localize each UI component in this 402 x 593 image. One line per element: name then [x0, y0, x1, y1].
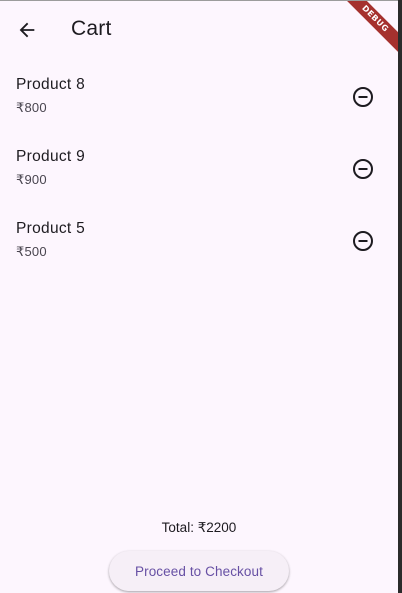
app-bar: Cart [0, 1, 398, 59]
remove-circle-outline-icon [353, 87, 373, 107]
back-button[interactable] [12, 15, 42, 45]
remove-circle-outline-icon [353, 159, 373, 179]
remove-circle-outline-icon [353, 231, 373, 251]
cart-item: Product 5 ₹500 [0, 220, 398, 282]
cart-item: Product 9 ₹900 [0, 148, 398, 210]
cart-item-name: Product 5 [16, 220, 86, 237]
page-title: Cart [71, 17, 112, 40]
remove-item-button[interactable] [350, 84, 376, 110]
cart-item-price: ₹500 [16, 244, 47, 259]
cart-item-name: Product 8 [16, 76, 86, 93]
proceed-to-checkout-button[interactable]: Proceed to Checkout [109, 551, 289, 591]
remove-item-button[interactable] [350, 228, 376, 254]
app-window: Cart DEBUG Product 8 ₹800 Product 9 ₹900… [0, 0, 398, 593]
cart-total: Total: ₹2200 [161, 520, 237, 535]
remove-item-button[interactable] [350, 156, 376, 182]
arrow-back-icon [19, 22, 35, 38]
cart-item-price: ₹800 [16, 100, 47, 115]
cart-item-price: ₹900 [16, 172, 47, 187]
cart-item: Product 8 ₹800 [0, 76, 398, 138]
cart-item-name: Product 9 [16, 148, 86, 165]
